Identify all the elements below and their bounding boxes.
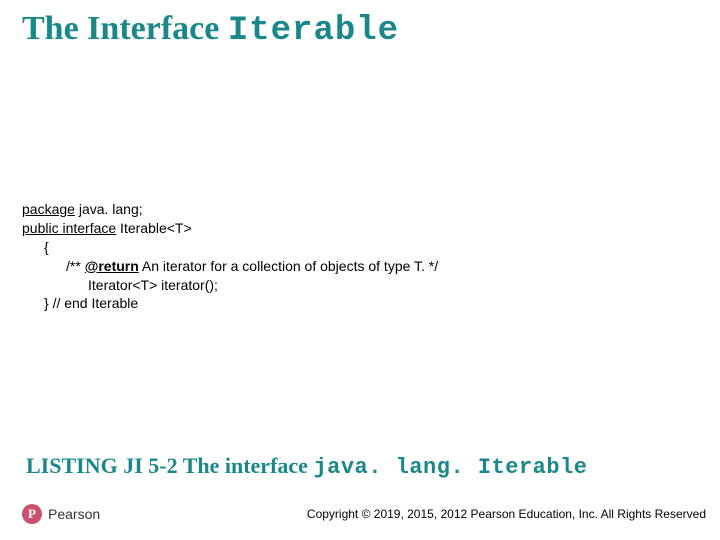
pearson-logo-icon: P <box>22 504 42 524</box>
slide-title: The Interface Iterable <box>22 10 399 50</box>
code-line-1: package java. lang; <box>22 200 438 219</box>
code-text: { <box>44 239 49 255</box>
code-text: java. lang; <box>75 201 143 217</box>
title-interface-name: Iterable <box>228 12 399 50</box>
code-line-6: } // end Iterable <box>22 294 438 313</box>
pearson-logo-text: Pearson <box>48 506 100 522</box>
title-prefix: The Interface <box>22 10 228 47</box>
pearson-logo: P Pearson <box>22 504 100 524</box>
code-text: /** <box>66 258 85 274</box>
code-text: Iterator<T> iterator(); <box>88 277 218 293</box>
code-line-3: { <box>22 238 438 257</box>
copyright-text: Copyright © 2019, 2015, 2012 Pearson Edu… <box>307 507 706 521</box>
listing-classname: java. lang. Iterable <box>313 455 587 480</box>
code-text: } // end Iterable <box>44 295 138 311</box>
keyword-public-interface: public interface <box>22 220 116 236</box>
keyword-package: package <box>22 201 75 217</box>
code-text: An iterator for a collection of objects … <box>139 258 438 274</box>
code-line-5: Iterator<T> iterator(); <box>22 276 438 295</box>
slide-footer: P Pearson Copyright © 2019, 2015, 2012 P… <box>0 504 720 524</box>
javadoc-return: @return <box>85 258 139 274</box>
listing-caption: LISTING JI 5-2 The interface java. lang.… <box>26 453 587 480</box>
code-line-2: public interface Iterable<T> <box>22 219 438 238</box>
listing-prefix: LISTING JI 5-2 The interface <box>26 453 313 478</box>
code-text: Iterable<T> <box>116 220 192 236</box>
code-line-4: /** @return An iterator for a collection… <box>22 257 438 276</box>
code-listing: package java. lang; public interface Ite… <box>22 200 438 313</box>
